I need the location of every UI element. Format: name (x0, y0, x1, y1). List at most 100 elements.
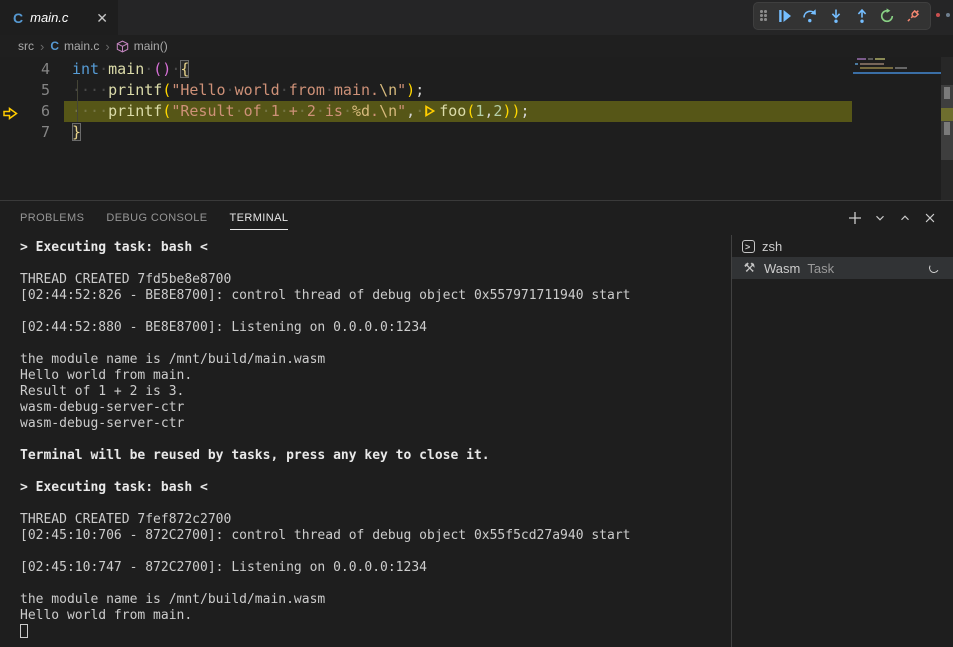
editor-scrollbar[interactable] (941, 57, 953, 200)
c-file-icon: C (13, 11, 23, 25)
panel-tab-problems[interactable]: PROBLEMS (20, 201, 84, 235)
editor-line-4[interactable]: 4 int·main·()·{ (0, 59, 953, 80)
terminal-list-item-wasm[interactable]: ⚒ Wasm Task (732, 257, 953, 279)
new-terminal-button[interactable] (844, 207, 866, 229)
bottom-panel: PROBLEMS DEBUG CONSOLE TERMINAL (0, 200, 953, 647)
terminal-line (20, 576, 731, 592)
recording-dot-icon (936, 13, 940, 17)
debug-step-out-button[interactable] (851, 5, 873, 27)
close-tab-icon[interactable]: ✕ (96, 11, 108, 25)
minimap-code-mark (857, 58, 866, 60)
line-number: 6 (0, 101, 50, 122)
debug-step-over-button[interactable] (800, 5, 822, 27)
panel-tab-terminal[interactable]: TERMINAL (230, 201, 289, 235)
gripper-icon[interactable] (760, 10, 770, 22)
line-number: 7 (0, 122, 50, 143)
terminal-line: [02:44:52:826 - BE8E8700]: control threa… (20, 288, 731, 304)
breadcrumb-item-main[interactable]: main() (116, 39, 168, 53)
terminal-output[interactable]: > Executing task: bash < THREAD CREATED 7… (0, 235, 731, 647)
editor-line-7[interactable]: 7} (0, 122, 953, 143)
panel-actions (844, 207, 953, 229)
terminal-line: THREAD CREATED 7fef872c2700 (20, 512, 731, 528)
panel-tab-debug-console[interactable]: DEBUG CONSOLE (106, 201, 207, 235)
maximize-panel-button[interactable] (894, 207, 916, 229)
symbol-cube-icon (116, 40, 129, 53)
terminal-line: Result of 1 + 2 is 3. (20, 384, 731, 400)
line-number: 4 (0, 59, 50, 80)
plus-icon (847, 210, 863, 226)
terminal-line: [02:45:10:706 - 872C2700]: control threa… (20, 528, 731, 544)
terminal-instance-list: > zsh ⚒ Wasm Task (731, 235, 953, 647)
minimap-code-mark (875, 58, 885, 60)
terminal-line (20, 496, 731, 512)
overview-ruler-mark (944, 122, 950, 135)
terminal-line (20, 464, 731, 480)
debug-step-target-icon[interactable] (425, 105, 435, 117)
terminal-line: > Executing task: bash < (20, 480, 731, 496)
more-actions-dot-icon (946, 13, 950, 17)
chevron-down-icon (873, 211, 887, 225)
tools-icon: ⚒ (742, 261, 757, 276)
editor-line-5[interactable]: 5 ····printf("Hello·world·from·main.\n"); (0, 80, 953, 101)
minimap-slider-edge (853, 72, 941, 74)
overview-ruler-mark (944, 87, 950, 99)
panel-tabs: PROBLEMS DEBUG CONSOLE TERMINAL (0, 201, 288, 235)
c-file-icon: C (50, 40, 59, 52)
close-panel-button[interactable] (919, 207, 941, 229)
breadcrumb-item-mainc[interactable]: Cmain.c (50, 39, 99, 53)
terminal-line: wasm-debug-server-ctr (20, 400, 731, 416)
terminal-line: wasm-debug-server-ctr (20, 416, 731, 432)
breadcrumb-label: main.c (64, 39, 99, 53)
terminal-list-detail: Task (807, 261, 834, 276)
terminal-line: > Executing task: bash < (20, 240, 731, 256)
terminal-list-label: zsh (762, 239, 782, 254)
minimap-code-mark (860, 63, 884, 65)
line-number: 5 (0, 80, 50, 101)
terminal-dropdown-button[interactable] (869, 207, 891, 229)
breadcrumb-item-src[interactable]: src (18, 39, 34, 53)
debug-restart-button[interactable] (877, 5, 899, 27)
code-text: int·main·()·{ (72, 59, 189, 80)
task-running-spinner-icon (928, 262, 940, 274)
debug-toolbar (753, 2, 931, 30)
terminal-icon: > (742, 240, 755, 253)
debug-step-over-icon (802, 8, 818, 24)
breadcrumb: src › Cmain.c › main() (0, 35, 953, 57)
minimap[interactable] (853, 57, 941, 200)
breadcrumb-separator: › (40, 39, 44, 54)
terminal-line: Terminal will be reused by tasks, press … (20, 448, 731, 464)
debug-step-into-button[interactable] (825, 5, 847, 27)
breadcrumb-label: main() (134, 39, 168, 53)
minimap-code-mark (895, 67, 907, 69)
tab-label: main.c (30, 10, 68, 25)
code-text: ····printf("Result·of·1·+·2·is·%d.\n",·f… (72, 101, 530, 122)
code-editor[interactable]: 4 int·main·()·{ 5 ····printf("Hello·world·f… (0, 57, 953, 200)
terminal-list-item-zsh[interactable]: > zsh (732, 235, 953, 257)
debug-step-out-icon (854, 8, 870, 24)
terminal-line (20, 256, 731, 272)
debug-restart-icon (879, 8, 895, 24)
chevron-up-icon (898, 211, 912, 225)
editor-line-6[interactable]: 6 ····printf("Result·of·1·+·2·is·%d.\n",·… (0, 101, 953, 122)
debug-disconnect-button[interactable] (902, 5, 924, 27)
vscode-window: C main.c ✕ (0, 0, 953, 647)
terminal-line: [02:44:52:880 - BE8E8700]: Listening on … (20, 320, 731, 336)
terminal-line (20, 544, 731, 560)
terminal-line: THREAD CREATED 7fd5be8e8700 (20, 272, 731, 288)
panel-header: PROBLEMS DEBUG CONSOLE TERMINAL (0, 201, 953, 235)
indent-guide (77, 80, 78, 122)
terminal-line: [02:45:10:747 - 872C2700]: Listening on … (20, 560, 731, 576)
terminal-line (20, 432, 731, 448)
editor-tab-strip: C main.c ✕ (0, 0, 953, 35)
terminal-line: Hello world from main. (20, 608, 731, 624)
terminal-list-label: Wasm (764, 261, 800, 276)
breadcrumb-label: src (18, 39, 34, 53)
terminal-line: the module name is /mnt/build/main.wasm (20, 592, 731, 608)
code-text: ····printf("Hello·world·from·main.\n"); (72, 80, 424, 101)
terminal-line (20, 336, 731, 352)
terminal-line (20, 624, 731, 640)
tab-main-c[interactable]: C main.c ✕ (0, 0, 118, 35)
breadcrumb-separator: › (105, 39, 109, 54)
debug-continue-icon (777, 8, 793, 24)
debug-continue-button[interactable] (774, 5, 796, 27)
